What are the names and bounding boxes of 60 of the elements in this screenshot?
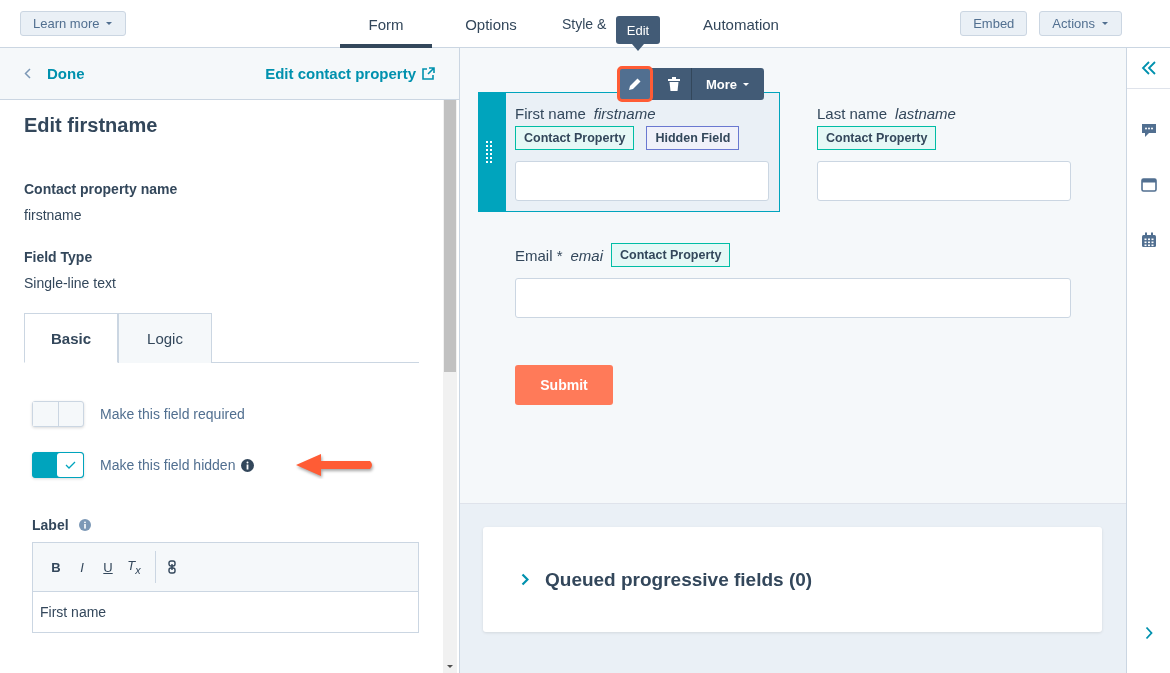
field-label: Email *: [515, 246, 563, 264]
field-label: Contact property name: [24, 181, 179, 197]
tag: Hidden Field: [646, 126, 740, 150]
format-button[interactable]: I: [71, 559, 93, 575]
field-value: firstname: [24, 207, 83, 223]
rich-text-field[interactable]: B I U T$_{x}$ First name: [32, 542, 419, 633]
format-button[interactable]: U: [97, 559, 119, 575]
chevron-left-icon: [24, 68, 31, 79]
caret-icon: [742, 81, 751, 87]
tab[interactable]: Automation: [686, 0, 796, 48]
queued-fields-card[interactable]: Queued progressive fields (0): [483, 527, 1102, 632]
toolbar-button[interactable]: Embed: [960, 11, 1028, 36]
collapse-icon[interactable]: [1140, 61, 1157, 75]
field-value: Single-line text: [24, 275, 117, 291]
tab[interactable]: Logic: [118, 313, 212, 363]
toggle-label: Make this field hidden: [100, 457, 236, 473]
scroll-down-icon: [446, 664, 454, 669]
edit-button[interactable]: [617, 66, 653, 102]
tag: Contact Property: [817, 126, 937, 150]
drag-handle-icon[interactable]: [486, 141, 493, 163]
format-button[interactable]: B: [45, 559, 67, 575]
toggle-switch[interactable]: [32, 401, 84, 427]
calendar-icon[interactable]: [1140, 232, 1157, 248]
field-label: Last name: [817, 105, 888, 122]
tag: Contact Property: [611, 243, 731, 267]
panel-title: Edit firstname: [24, 114, 159, 137]
tab[interactable]: Options: [440, 0, 542, 48]
chevron-right-icon[interactable]: [1144, 626, 1153, 640]
form-field-area[interactable]: Email * emai Contact Property: [478, 230, 1082, 329]
chevron-right-icon: [521, 573, 529, 586]
selected-form-field[interactable]: First name firstname Contact Property Hidden Field: [478, 92, 780, 212]
tag: Contact Property: [515, 126, 635, 150]
scrollbar[interactable]: [443, 100, 457, 673]
format-button[interactable]: T$_{x}$: [123, 558, 145, 576]
field-name: emai: [570, 246, 604, 264]
toggle-switch[interactable]: [32, 452, 84, 478]
tooltip-pointer-icon: [632, 44, 644, 51]
input-field[interactable]: [515, 161, 769, 201]
trash-icon: [667, 77, 680, 91]
field-label: Label: [32, 517, 69, 533]
input-field[interactable]: [817, 161, 1071, 201]
field-name: firstname: [593, 105, 656, 122]
check-icon: [64, 461, 76, 469]
link-icon[interactable]: [168, 560, 176, 574]
info-icon: [78, 519, 91, 531]
external-link-icon: [422, 67, 435, 80]
toolbar-button[interactable]: Actions: [1039, 11, 1122, 36]
caret-icon: [105, 21, 114, 26]
window-icon[interactable]: [1140, 178, 1157, 192]
tab[interactable]: Basic: [24, 313, 118, 363]
field-label: First name: [515, 105, 586, 122]
learn-more-button[interactable]: Learn more: [20, 11, 127, 36]
section-title: Queued progressive fields (0): [545, 568, 813, 591]
field-label: Field Type: [24, 249, 94, 265]
chat-icon[interactable]: [1140, 123, 1157, 138]
input-field[interactable]: [515, 278, 1071, 318]
field-name: lastname: [895, 105, 956, 122]
tooltip: Edit: [616, 16, 660, 44]
form-field-area[interactable]: Last name lastname Contact Property: [780, 92, 1082, 212]
toggle-label: Make this field required: [100, 406, 245, 422]
